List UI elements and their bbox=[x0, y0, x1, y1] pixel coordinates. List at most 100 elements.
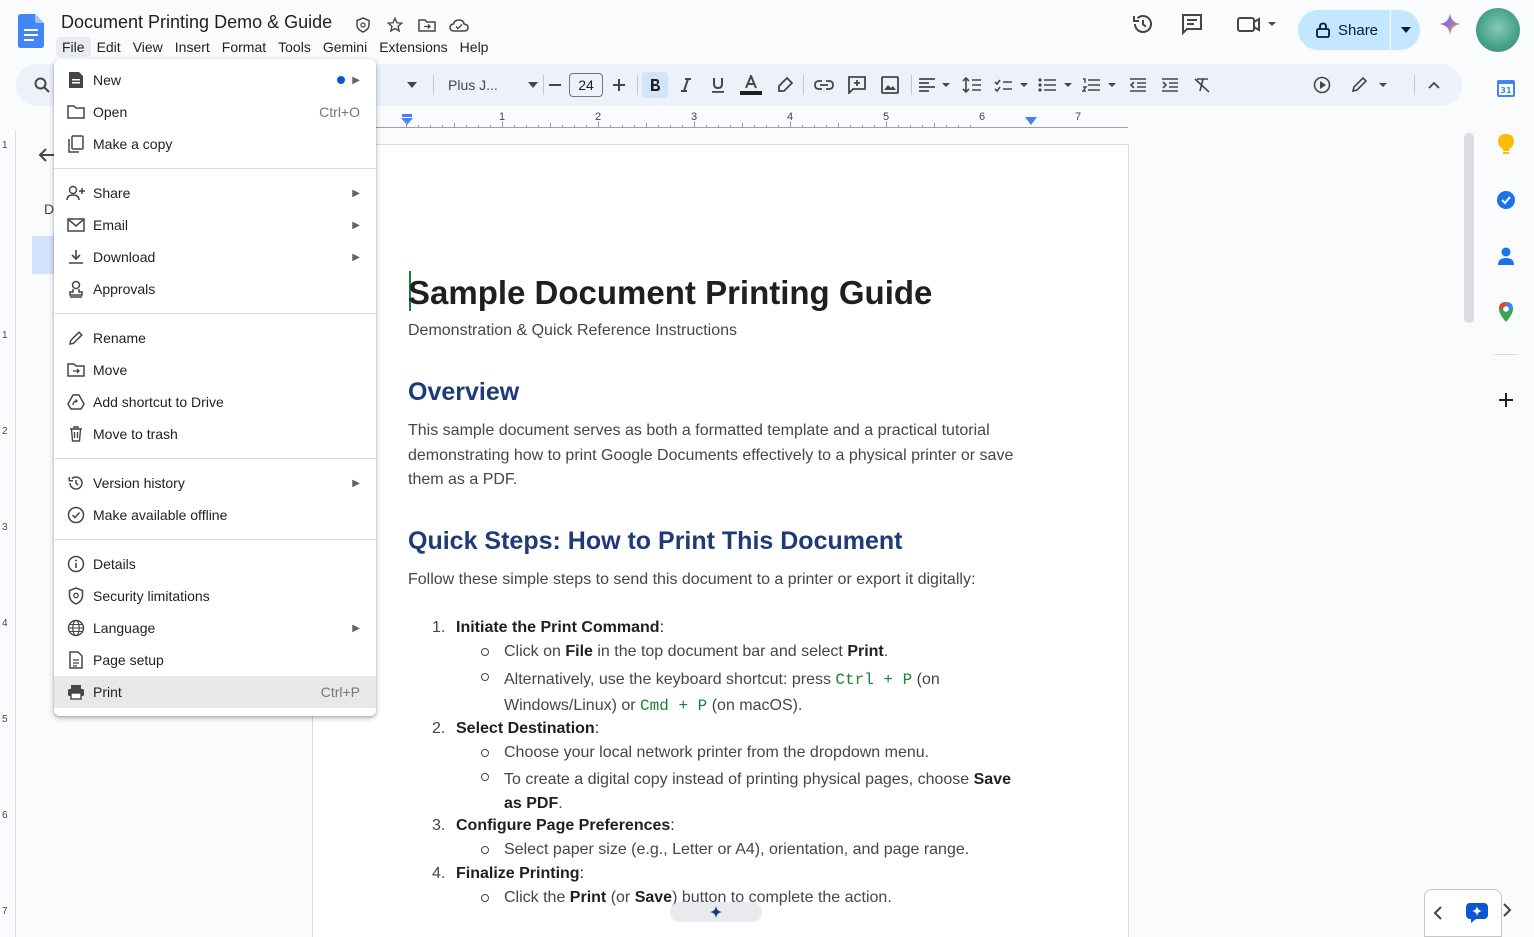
chevron-left-icon[interactable] bbox=[1433, 906, 1443, 920]
move-folder-icon[interactable] bbox=[416, 14, 438, 36]
cloud-saved-icon[interactable] bbox=[448, 14, 470, 36]
italic-icon[interactable] bbox=[674, 72, 698, 98]
menu-gemini[interactable]: Gemini bbox=[317, 37, 373, 57]
menu-edit[interactable]: Edit bbox=[91, 37, 127, 57]
avatar[interactable] bbox=[1476, 8, 1520, 52]
history-icon[interactable] bbox=[1129, 10, 1157, 38]
menu-item-make-available-offline[interactable]: Make available offline bbox=[54, 499, 376, 531]
numbered-list-icon[interactable] bbox=[1082, 72, 1118, 98]
bulleted-list-icon[interactable] bbox=[1038, 72, 1074, 98]
add-comment-icon[interactable] bbox=[845, 72, 869, 98]
shield-badge-icon[interactable] bbox=[352, 14, 374, 36]
chevron-right-icon[interactable] bbox=[1502, 903, 1512, 917]
step-title[interactable]: Initiate the Print Command: bbox=[456, 619, 664, 637]
doc-subtitle[interactable]: Demonstration & Quick Reference Instruct… bbox=[408, 322, 737, 340]
menu-extensions[interactable]: Extensions bbox=[373, 37, 453, 57]
highlight-icon[interactable] bbox=[773, 72, 797, 98]
comments-icon[interactable] bbox=[1178, 10, 1206, 38]
collapse-toolbar-icon[interactable] bbox=[1422, 72, 1446, 98]
menu-item-version-history[interactable]: Version history ▶ bbox=[54, 467, 376, 499]
menu-item-new[interactable]: New ▶ bbox=[54, 64, 376, 96]
list-item[interactable]: Click the Print (or Save) button to comp… bbox=[504, 889, 1024, 907]
list-item[interactable]: Click on File in the top document bar an… bbox=[504, 643, 1024, 661]
menu-item-email[interactable]: Email ▶ bbox=[54, 209, 376, 241]
menu-item-move-to-trash[interactable]: Move to trash bbox=[54, 418, 376, 450]
menu-item-security-limitations[interactable]: Security limitations bbox=[54, 580, 376, 612]
star-icon[interactable] bbox=[384, 14, 406, 36]
font-size-input[interactable]: 24 bbox=[569, 73, 603, 97]
ruler-tick bbox=[658, 125, 659, 128]
doc-heading-steps[interactable]: Quick Steps: How to Print This Document bbox=[408, 527, 902, 556]
ruler-tick bbox=[406, 121, 407, 128]
increase-font-size-button[interactable] bbox=[608, 72, 630, 98]
checklist-icon[interactable] bbox=[994, 72, 1030, 98]
clear-formatting-icon[interactable] bbox=[1190, 72, 1214, 98]
right-indent-marker-icon[interactable] bbox=[1024, 116, 1038, 126]
doc-paragraph-intro[interactable]: Follow these simple steps to send this d… bbox=[408, 568, 1048, 593]
search-menus-icon[interactable] bbox=[30, 72, 54, 98]
list-item[interactable]: Select paper size (e.g., Letter or A4), … bbox=[504, 841, 1024, 859]
menu-item-print[interactable]: Print Ctrl+P bbox=[54, 676, 376, 708]
line-spacing-icon[interactable] bbox=[960, 72, 984, 98]
menu-item-open[interactable]: Open Ctrl+O bbox=[54, 96, 376, 128]
link-icon[interactable] bbox=[812, 72, 836, 98]
menu-item-move[interactable]: Move bbox=[54, 354, 376, 386]
step-title[interactable]: Finalize Printing: bbox=[456, 865, 584, 883]
docs-logo-icon[interactable] bbox=[18, 14, 44, 48]
text-run-bold: Save bbox=[634, 889, 673, 906]
share-button[interactable]: Share bbox=[1298, 10, 1420, 50]
add-addon-icon[interactable] bbox=[1494, 388, 1518, 412]
step-title[interactable]: Select Destination: bbox=[456, 720, 599, 738]
gemini-suggest-button[interactable] bbox=[670, 902, 762, 922]
menu-view[interactable]: View bbox=[127, 37, 169, 57]
ruler-tick bbox=[526, 125, 527, 128]
gemini-icon[interactable] bbox=[1436, 10, 1464, 38]
list-item[interactable]: To create a digital copy instead of prin… bbox=[504, 768, 1024, 816]
menu-format[interactable]: Format bbox=[216, 37, 272, 57]
align-dropdown-icon[interactable] bbox=[918, 72, 950, 98]
underline-icon[interactable] bbox=[706, 72, 730, 98]
decrease-font-size-button[interactable] bbox=[544, 72, 566, 98]
menu-file[interactable]: File bbox=[56, 37, 91, 57]
menu-item-page-setup[interactable]: Page setup bbox=[54, 644, 376, 676]
menu-item-share[interactable]: Share ▶ bbox=[54, 177, 376, 209]
menu-item-language[interactable]: Language ▶ bbox=[54, 612, 376, 644]
doc-heading-title[interactable]: Sample Document Printing Guide bbox=[408, 274, 932, 312]
keep-icon[interactable] bbox=[1494, 132, 1518, 156]
list-item[interactable]: Alternatively, use the keyboard shortcut… bbox=[504, 667, 1024, 719]
menu-tools[interactable]: Tools bbox=[272, 37, 317, 57]
list-item[interactable]: Choose your local network printer from t… bbox=[504, 744, 1024, 762]
editing-mode-icon[interactable] bbox=[1350, 72, 1392, 98]
menu-item-approvals[interactable]: Approvals bbox=[54, 273, 376, 305]
bold-icon[interactable] bbox=[642, 72, 668, 98]
menu-item-details[interactable]: Details bbox=[54, 548, 376, 580]
left-indent-marker-icon[interactable] bbox=[400, 114, 414, 126]
menu-item-add-shortcut-to-drive[interactable]: Add shortcut to Drive bbox=[54, 386, 376, 418]
insert-image-icon[interactable] bbox=[878, 72, 902, 98]
font-family-select[interactable]: Plus J... bbox=[446, 72, 542, 98]
menu-item-download[interactable]: Download ▶ bbox=[54, 241, 376, 273]
share-dropdown-icon[interactable] bbox=[1391, 27, 1420, 33]
decrease-indent-icon[interactable] bbox=[1126, 72, 1150, 98]
menu-item-make-a-copy[interactable]: Make a copy bbox=[54, 128, 376, 160]
doc-title[interactable]: Document Printing Demo & Guide bbox=[61, 12, 332, 33]
bullet bbox=[481, 846, 489, 854]
voice-typing-icon[interactable] bbox=[1310, 72, 1334, 98]
tasks-icon[interactable] bbox=[1494, 188, 1518, 212]
vertical-scrollbar[interactable] bbox=[1464, 133, 1474, 323]
menu-insert[interactable]: Insert bbox=[169, 37, 216, 57]
style-dropdown-icon[interactable] bbox=[402, 72, 422, 98]
maps-icon[interactable] bbox=[1494, 300, 1518, 324]
doc-heading-overview[interactable]: Overview bbox=[408, 378, 519, 407]
horizontal-ruler[interactable]: 1 2 3 4 5 6 7 bbox=[376, 108, 1128, 130]
contacts-icon[interactable] bbox=[1494, 244, 1518, 268]
menu-help[interactable]: Help bbox=[454, 37, 495, 57]
text-color-icon[interactable] bbox=[738, 72, 764, 98]
step-title[interactable]: Configure Page Preferences: bbox=[456, 817, 675, 835]
doc-paragraph-overview[interactable]: This sample document serves as both a fo… bbox=[408, 419, 1048, 493]
menu-item-rename[interactable]: Rename bbox=[54, 322, 376, 354]
calendar-icon[interactable]: 31 bbox=[1494, 76, 1518, 100]
meet-icon[interactable] bbox=[1234, 10, 1282, 38]
increase-indent-icon[interactable] bbox=[1158, 72, 1182, 98]
assistant-chat-icon[interactable] bbox=[1465, 902, 1489, 924]
